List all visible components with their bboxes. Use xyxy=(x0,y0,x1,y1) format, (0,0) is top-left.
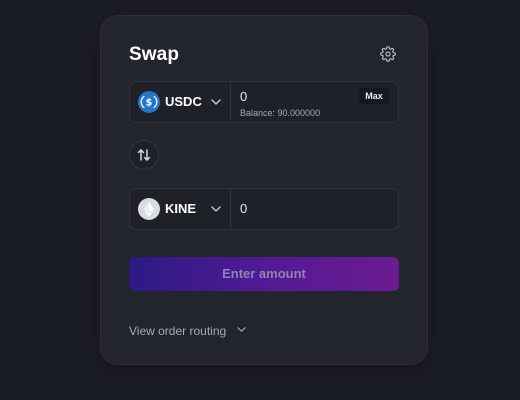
max-button[interactable]: Max xyxy=(359,88,389,104)
chevron-down-icon xyxy=(237,327,246,332)
swap-title: Swap xyxy=(129,44,180,65)
chevron-down-icon xyxy=(211,206,221,212)
to-token-selector[interactable]: KINE xyxy=(130,189,231,229)
view-order-routing-link[interactable]: View order routing xyxy=(129,322,246,338)
svg-text:$: $ xyxy=(146,98,153,109)
from-amount-input[interactable]: 0 xyxy=(240,89,247,104)
swap-card: Swap $ USDC 0 Balance: 90.000000 Max KIN… xyxy=(100,15,428,365)
usdc-icon: $ xyxy=(138,91,160,113)
to-token-row: KINE 0 xyxy=(129,188,399,230)
enter-amount-button[interactable]: Enter amount xyxy=(129,257,399,291)
swap-arrows-icon xyxy=(137,149,151,161)
from-token-name: USDC xyxy=(165,94,202,109)
to-token-name: KINE xyxy=(165,201,197,216)
kine-icon xyxy=(138,198,160,220)
switch-direction-button[interactable] xyxy=(129,140,159,170)
routing-label: View order routing xyxy=(129,324,227,338)
from-token-row: $ USDC 0 Balance: 90.000000 Max xyxy=(129,81,399,123)
to-amount-input[interactable]: 0 xyxy=(240,201,247,216)
gear-icon[interactable] xyxy=(380,46,396,62)
from-balance: Balance: 90.000000 xyxy=(240,108,321,118)
from-token-selector[interactable]: $ USDC xyxy=(130,82,231,122)
chevron-down-icon xyxy=(211,99,221,105)
